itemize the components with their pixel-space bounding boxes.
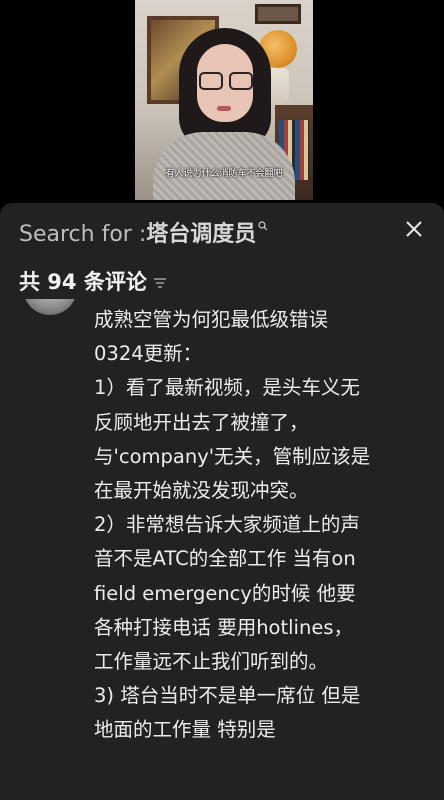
comment-line: 3) 塔台当时不是单一席位 但是 — [94, 684, 361, 708]
comment-line: 2）非常想告诉大家频道上的声 — [94, 513, 360, 537]
comment-text: 成熟空管为何犯最低级错误 0324更新： 1）看了最新视频，是头车义无 反顾地开… — [94, 303, 434, 748]
comment-line: 0324更新： — [94, 342, 203, 366]
comment-line: 音不是ATC的全部工作 当有on — [94, 547, 356, 571]
comment-item[interactable]: 成熟空管为何犯最低级错误 0324更新： 1）看了最新视频，是头车义无 反顾地开… — [0, 299, 444, 800]
search-suggestion[interactable]: Search for : 塔台调度员 — [19, 219, 268, 251]
search-prefix: Search for : — [19, 222, 147, 247]
comment-line: 1）看了最新视频，是头车义无 — [94, 376, 360, 400]
glasses-left — [199, 72, 223, 90]
sort-icon[interactable] — [153, 277, 167, 289]
glasses-right — [229, 72, 253, 90]
comment-line: 在最开始就没发现冲突。 — [94, 479, 309, 503]
comment-line: 与'company'无关，管制应该是 — [94, 444, 371, 468]
video-caption: 有人说为什么消防车不会翻吧 — [165, 169, 283, 179]
close-icon[interactable] — [404, 219, 424, 239]
video-player[interactable]: 有人说为什么消防车不会翻吧 — [0, 0, 444, 200]
lips — [217, 106, 231, 111]
wall-frame — [255, 4, 301, 24]
comment-line: 反顾地开出去了被撞了， — [94, 410, 309, 434]
comment-line: 工作量远不止我们听到的。 — [94, 650, 329, 674]
comment-line: 成熟空管为何犯最低级错误 — [94, 308, 329, 331]
comment-line: field emergency的时候 他要 — [94, 581, 356, 605]
avatar[interactable] — [23, 299, 77, 315]
comments-panel: Search for : 塔台调度员 共 94 条评论 成熟空管为何犯最低级错误… — [0, 203, 444, 800]
comment-line: 各种打接电话 要用hotlines， — [94, 615, 353, 639]
comment-count: 共 94 条评论 — [19, 270, 147, 294]
comment-line: 地面的工作量 特别是 — [94, 718, 276, 742]
video-frame[interactable]: 有人说为什么消防车不会翻吧 — [135, 0, 313, 200]
comment-count-row: 共 94 条评论 — [19, 265, 167, 297]
search-icon[interactable] — [258, 221, 268, 233]
search-term[interactable]: 塔台调度员 — [146, 219, 256, 251]
